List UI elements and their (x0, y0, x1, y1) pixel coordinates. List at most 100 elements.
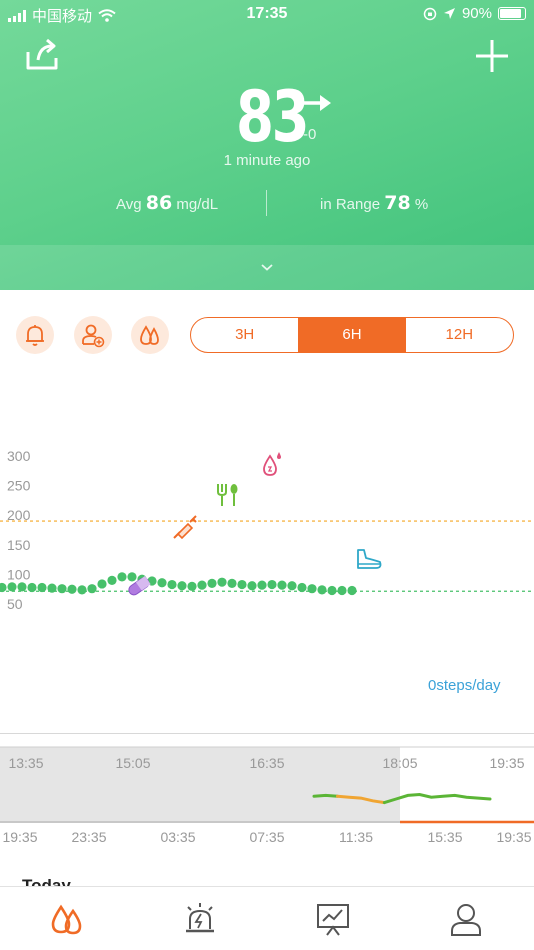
glucose-delta: -0 (303, 126, 317, 143)
glucose-trend-chart[interactable]: 30025020015010050 (0, 440, 534, 620)
overview-top-tick: 13:35 (8, 755, 43, 771)
overview-bottom-tick: 19:35 (496, 829, 531, 845)
glucose-tab-icon[interactable] (47, 899, 87, 939)
in-range-stat: in Range 78 % (320, 192, 428, 214)
last-updated: 1 minute ago (223, 152, 311, 169)
overview-trace-in-range (312, 793, 339, 798)
glucose-reading-point (237, 579, 247, 590)
glucose-reading-point (347, 585, 357, 596)
range-12h-button[interactable]: 12H (406, 318, 513, 352)
alerts-tab-icon[interactable] (180, 899, 220, 939)
profile-tab-icon[interactable] (446, 899, 486, 939)
glucose-reading-point (307, 584, 317, 594)
expand-header-button[interactable] (0, 245, 534, 290)
glucose-reading-point (57, 584, 67, 594)
glucose-reading-point (127, 572, 137, 582)
chevron-down-icon (261, 264, 273, 271)
exercise-icon[interactable] (357, 549, 382, 569)
glucose-reading-point (77, 585, 87, 595)
alarm-button[interactable] (16, 316, 54, 354)
glucose-reading-point (247, 581, 257, 591)
time-range-selector: 3H 6H 12H (190, 317, 514, 353)
bottom-navigation (0, 886, 534, 950)
overview-top-tick: 15:05 (115, 755, 150, 771)
battery-percent: 90% (461, 5, 492, 22)
range-6h-button[interactable]: 6H (298, 318, 406, 352)
overview-bottom-tick: 15:35 (427, 829, 462, 845)
glucose-reading-point (287, 581, 297, 591)
status-bar: 中国移动 17:35 90% (0, 0, 534, 28)
glucose-reading-point (207, 578, 217, 588)
glucose-header: 中国移动 17:35 90% 83 -0 1 minute ago Avg 86… (0, 0, 534, 290)
orientation-lock-icon (423, 7, 437, 20)
glucose-reading-point (217, 577, 227, 587)
range-3h-button[interactable]: 3H (191, 318, 298, 352)
glucose-reading-point (167, 579, 177, 590)
location-icon (443, 8, 455, 19)
range-unit: % (414, 196, 429, 213)
overview-trace-in-range-2 (382, 792, 492, 805)
glucose-reading-point (157, 578, 167, 588)
glucose-value: 83 (236, 76, 310, 158)
drops-button[interactable] (131, 316, 169, 354)
glucose-reading-point (87, 584, 97, 594)
steps-count: 0steps/day (428, 677, 501, 694)
glucose-reading-point (257, 580, 267, 590)
range-label: in Range (320, 196, 381, 213)
glucose-reading-point (17, 582, 27, 592)
glucose-reading-point (117, 572, 127, 582)
glucose-reading-point (107, 575, 117, 585)
add-doctor-button[interactable] (74, 316, 112, 354)
blood-drop-icon[interactable] (263, 452, 281, 476)
overview-bottom-tick: 07:35 (249, 829, 284, 845)
overview-top-tick: 16:35 (249, 755, 284, 771)
add-icon[interactable] (472, 36, 512, 76)
overview-timeline[interactable]: 13:35 15:05 16:35 18:05 19:35 19:35 23:35 03:3… (0, 745, 534, 850)
avg-unit: mg/dL (176, 196, 219, 213)
glucose-reading-point (27, 582, 37, 593)
glucose-reading-point (337, 585, 347, 596)
y-tick-label: 250 (7, 478, 31, 494)
reports-tab-icon[interactable] (313, 899, 353, 939)
range-value: 78 (384, 192, 411, 214)
share-icon[interactable] (22, 36, 62, 76)
glucose-reading-point (37, 582, 47, 593)
add-doctor-icon (82, 324, 105, 348)
glucose-reading-point (267, 579, 277, 590)
glucose-reading-point (0, 582, 7, 593)
insulin-icon[interactable] (173, 515, 197, 540)
avg-label: Avg (116, 196, 142, 213)
glucose-reading-point (317, 585, 327, 595)
overview-bottom-tick: 03:35 (160, 829, 195, 845)
y-tick-label: 50 (7, 596, 23, 612)
stats-divider (266, 190, 267, 216)
glucose-reading-point (227, 578, 237, 588)
glucose-reading-point (97, 579, 107, 589)
overview-top-tick: 18:05 (382, 755, 417, 771)
glucose-reading-point (177, 581, 187, 591)
glucose-reading-point (327, 585, 337, 596)
average-stat: Avg 86 mg/dL (116, 192, 218, 214)
bell-icon (26, 325, 44, 346)
meal-icon[interactable] (217, 484, 238, 506)
glucose-reading-point (197, 580, 207, 590)
glucose-reading-point (297, 582, 307, 593)
overview-bottom-tick: 11:35 (339, 829, 373, 845)
avg-value: 86 (145, 192, 173, 214)
drops-icon (140, 325, 159, 345)
overview-bottom-tick: 23:35 (71, 829, 106, 845)
glucose-reading-point (47, 583, 57, 593)
glucose-reading-point (7, 582, 17, 592)
y-tick-label: 300 (7, 448, 31, 464)
glucose-reading-point (277, 580, 287, 590)
overview-bottom-tick: 19:35 (2, 829, 37, 845)
stats-row: Avg 86 mg/dL in Range 78 % (0, 190, 534, 218)
selection-window[interactable] (0, 747, 400, 822)
battery-icon (498, 7, 526, 20)
y-tick-label: 100 (7, 566, 31, 582)
glucose-reading-point (187, 581, 197, 591)
trend-arrow-right-icon (304, 95, 331, 111)
glucose-reading-point (67, 584, 77, 594)
chart-separator (0, 733, 534, 734)
y-tick-label: 150 (7, 537, 31, 553)
